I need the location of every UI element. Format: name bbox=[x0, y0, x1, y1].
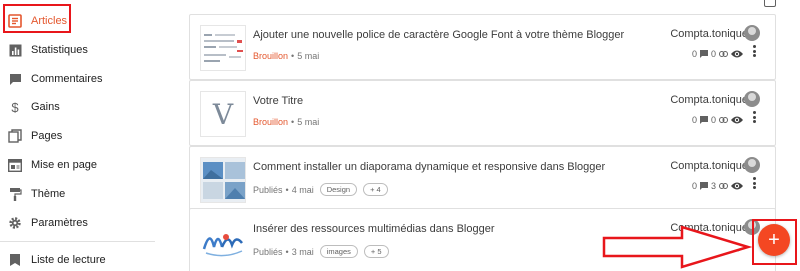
post-status: Publiés bbox=[253, 246, 283, 257]
sidebar: Articles Statistiques Commentaires $ Gai… bbox=[0, 0, 155, 271]
post-date: 5 mai bbox=[297, 51, 320, 61]
paint-roller-icon bbox=[8, 187, 22, 201]
post-date: 4 mai bbox=[291, 184, 314, 195]
comment-icon bbox=[699, 182, 708, 190]
post-row[interactable]: V Votre Titre Brouillon • 5 mai Compta.t… bbox=[189, 80, 776, 146]
new-post-fab-button[interactable]: + bbox=[758, 224, 790, 256]
preview-eye-icon[interactable] bbox=[730, 49, 744, 59]
view-count: 3 bbox=[710, 181, 716, 191]
post-thumbnail bbox=[200, 219, 246, 265]
post-row[interactable]: Ajouter une nouvelle police de caractère… bbox=[189, 14, 776, 80]
post-meta: Publiés • 4 mai Design + 4 bbox=[253, 183, 388, 196]
comment-icon bbox=[8, 72, 22, 86]
post-stats: 0 3 bbox=[692, 181, 728, 191]
post-date: 5 mai bbox=[297, 117, 320, 127]
sidebar-item-liste-de-lecture[interactable]: Liste de lecture bbox=[0, 247, 155, 271]
preview-eye-icon[interactable] bbox=[730, 181, 744, 191]
pages-icon bbox=[8, 129, 22, 143]
sidebar-item-label: Paramètres bbox=[31, 217, 88, 229]
comment-icon bbox=[699, 50, 708, 58]
sidebar-item-parametres[interactable]: Paramètres bbox=[0, 210, 155, 236]
sidebar-item-mise-en-page[interactable]: Mise en page bbox=[0, 152, 155, 178]
link-icon bbox=[719, 51, 728, 57]
post-stats: 0 0 bbox=[692, 115, 728, 125]
more-labels-chip[interactable]: + 4 bbox=[363, 183, 388, 196]
sidebar-item-theme[interactable]: Thème bbox=[0, 181, 155, 207]
more-labels-chip[interactable]: + 5 bbox=[363, 245, 389, 258]
post-thumbnail bbox=[200, 25, 246, 71]
avatar bbox=[744, 157, 760, 173]
more-options-icon[interactable] bbox=[753, 111, 756, 123]
post-author: Compta.tonique bbox=[670, 160, 748, 172]
post-thumbnail bbox=[200, 157, 246, 203]
comment-count: 0 bbox=[691, 49, 697, 59]
view-count: 0 bbox=[710, 49, 716, 59]
comment-count: 0 bbox=[691, 115, 697, 125]
more-options-icon[interactable] bbox=[753, 45, 756, 57]
post-date: 3 mai bbox=[291, 246, 314, 257]
sidebar-item-pages[interactable]: Pages bbox=[0, 123, 155, 149]
label-chip[interactable]: images bbox=[319, 245, 358, 258]
stats-icon bbox=[8, 43, 22, 57]
avatar bbox=[744, 25, 760, 41]
label-chip[interactable]: Design bbox=[319, 183, 358, 196]
blogger-dashboard: Articles Statistiques Commentaires $ Gai… bbox=[0, 0, 800, 271]
thumbnail-letter: V bbox=[212, 97, 234, 131]
sidebar-item-label: Pages bbox=[31, 130, 63, 142]
gear-icon bbox=[8, 216, 22, 230]
bookmark-icon bbox=[8, 253, 22, 267]
sidebar-item-label: Mise en page bbox=[31, 159, 98, 171]
post-meta: Brouillon • 5 mai bbox=[253, 117, 320, 127]
post-title[interactable]: Insérer des ressources multimédias dans … bbox=[253, 223, 495, 235]
preview-eye-icon[interactable] bbox=[730, 115, 744, 125]
post-title[interactable]: Votre Titre bbox=[253, 95, 303, 107]
post-author: Compta.tonique bbox=[670, 28, 748, 40]
post-title[interactable]: Ajouter une nouvelle police de caractère… bbox=[253, 29, 624, 41]
post-title[interactable]: Comment installer un diaporama dynamique… bbox=[253, 161, 605, 173]
post-status: Brouillon bbox=[253, 117, 289, 127]
post-meta: Brouillon • 5 mai bbox=[253, 51, 320, 61]
post-row[interactable]: Comment installer un diaporama dynamique… bbox=[189, 146, 776, 212]
avatar bbox=[744, 91, 760, 107]
post-meta: Publiés • 3 mai images + 5 bbox=[253, 245, 389, 258]
link-icon bbox=[719, 183, 728, 189]
comment-icon bbox=[699, 116, 708, 124]
sidebar-item-label: Commentaires bbox=[31, 73, 103, 85]
sidebar-divider bbox=[0, 241, 155, 242]
post-stats: 0 0 bbox=[692, 49, 728, 59]
sidebar-item-label: Thème bbox=[31, 188, 66, 200]
sidebar-item-label: Liste de lecture bbox=[31, 254, 106, 266]
dollar-icon: $ bbox=[11, 99, 19, 115]
post-author: Compta.tonique bbox=[670, 94, 748, 106]
sidebar-item-commentaires[interactable]: Commentaires bbox=[0, 66, 155, 92]
sidebar-item-gains[interactable]: $ Gains bbox=[0, 94, 155, 120]
post-thumbnail: V bbox=[200, 91, 246, 137]
annotation-arrow bbox=[602, 225, 752, 269]
sidebar-item-label: Statistiques bbox=[31, 44, 88, 56]
comment-count: 0 bbox=[691, 181, 697, 191]
post-status: Brouillon bbox=[253, 51, 289, 61]
view-count: 0 bbox=[710, 115, 716, 125]
layout-icon bbox=[8, 158, 22, 172]
annotation-box-articles bbox=[3, 4, 71, 33]
sidebar-item-statistiques[interactable]: Statistiques bbox=[0, 37, 155, 63]
post-status: Publiés bbox=[253, 184, 283, 195]
more-options-icon[interactable] bbox=[753, 177, 756, 189]
sidebar-item-label: Gains bbox=[31, 101, 60, 113]
link-icon bbox=[719, 117, 728, 123]
